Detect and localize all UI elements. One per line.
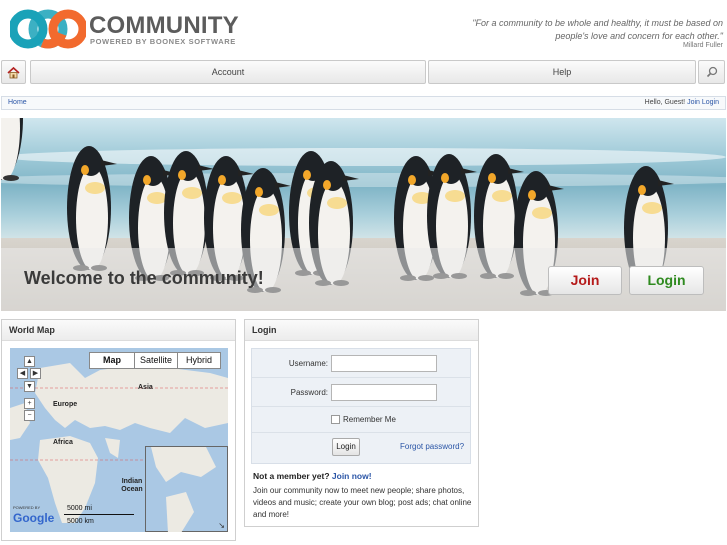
inset-land — [151, 447, 216, 532]
breadcrumb-home-link[interactable]: Home — [8, 97, 27, 109]
map-label-europe: Europe — [53, 401, 78, 408]
world-map[interactable]: Map Satellite Hybrid ▲ ◀ ▶ ▼ + − Asia Eu… — [10, 348, 228, 532]
zoom-out-icon[interactable]: − — [24, 410, 35, 421]
hero-banner: Welcome to the community! Join Login — [1, 118, 726, 311]
join-now-link[interactable]: Join now! — [332, 471, 372, 481]
password-input[interactable] — [331, 384, 437, 401]
world-map-title: World Map — [2, 320, 235, 341]
not-member-text: Not a member yet? — [253, 471, 330, 481]
powered-by-label: POWERED BY — [13, 505, 41, 510]
login-title: Login — [245, 320, 478, 341]
password-label: Password: — [290, 388, 328, 397]
scale-bar — [64, 514, 134, 515]
forgot-password-link[interactable]: Forgot password? — [400, 442, 464, 451]
username-row: Username: — [252, 349, 470, 378]
password-row: Password: — [252, 378, 470, 407]
site-header: COMMUNITY POWERED BY BOONEX SOFTWARE "Fo… — [0, 0, 727, 60]
brand-subtitle: POWERED BY BOONEX SOFTWARE — [90, 37, 236, 46]
greeting-text: Hello, Guest! — [644, 99, 686, 106]
breadcrumb-join-link[interactable]: Join — [687, 99, 700, 106]
map-type-hybrid[interactable]: Hybrid — [177, 352, 221, 369]
hero-login-button[interactable]: Login — [629, 266, 704, 295]
home-icon — [7, 66, 20, 79]
community-logo[interactable] — [10, 9, 86, 50]
map-label-asia: Asia — [138, 384, 153, 391]
username-label: Username: — [288, 359, 328, 368]
login-form: Username: Password: Remember Me Login Fo… — [251, 348, 471, 464]
world-map-panel: World Map Map Satellite Hybrid ▲ ◀ ▶ ▼ +… — [1, 319, 236, 541]
collapse-inset-icon[interactable]: ↘ — [218, 521, 225, 530]
nav-search-button[interactable] — [698, 60, 725, 84]
breadcrumb: Home Hello, Guest! Join Login — [1, 96, 726, 110]
username-input[interactable] — [331, 355, 437, 372]
pan-right-icon[interactable]: ▶ — [30, 368, 41, 379]
scale-miles: 5000 mi — [67, 505, 92, 512]
map-overview-inset[interactable]: ↘ — [145, 446, 228, 532]
map-label-indian-ocean: Indian Ocean — [121, 478, 143, 493]
pan-left-icon[interactable]: ◀ — [17, 368, 28, 379]
hero-title: Welcome to the community! — [24, 268, 264, 288]
map-label-africa: Africa — [53, 439, 73, 446]
user-greeting-area: Hello, Guest! Join Login — [645, 97, 719, 109]
main-navigation: Account Help — [0, 60, 727, 84]
pan-down-icon[interactable]: ▼ — [24, 381, 35, 392]
map-type-satellite[interactable]: Satellite — [134, 352, 178, 369]
map-type-map[interactable]: Map — [89, 352, 135, 369]
login-submit-button[interactable]: Login — [332, 438, 360, 456]
brand-title[interactable]: COMMUNITY — [89, 12, 239, 40]
scale-km: 5000 km — [67, 518, 94, 525]
nav-home-button[interactable] — [1, 60, 26, 84]
breadcrumb-login-link[interactable]: Login — [702, 99, 719, 106]
login-panel: Login Username: Password: Remember Me Lo… — [244, 319, 479, 527]
remember-me-control[interactable]: Remember Me — [331, 415, 396, 425]
pan-up-icon[interactable]: ▲ — [24, 356, 35, 367]
join-description: Join our community now to meet new peopl… — [253, 486, 472, 519]
header-quote: "For a community to be whole and healthy… — [472, 18, 723, 41]
remember-me-checkbox[interactable] — [331, 415, 340, 425]
not-member-line: Not a member yet? Join now! — [253, 471, 372, 481]
nav-help[interactable]: Help — [428, 60, 696, 84]
remember-me-label: Remember Me — [343, 415, 396, 424]
quote-author: Millard Fuller — [682, 42, 723, 49]
hero-join-button[interactable]: Join — [548, 266, 622, 295]
zoom-in-icon[interactable]: + — [24, 398, 35, 409]
remember-row: Remember Me — [252, 407, 470, 433]
nav-account[interactable]: Account — [30, 60, 426, 84]
google-logo[interactable]: Google — [13, 511, 54, 525]
search-icon — [706, 66, 717, 78]
